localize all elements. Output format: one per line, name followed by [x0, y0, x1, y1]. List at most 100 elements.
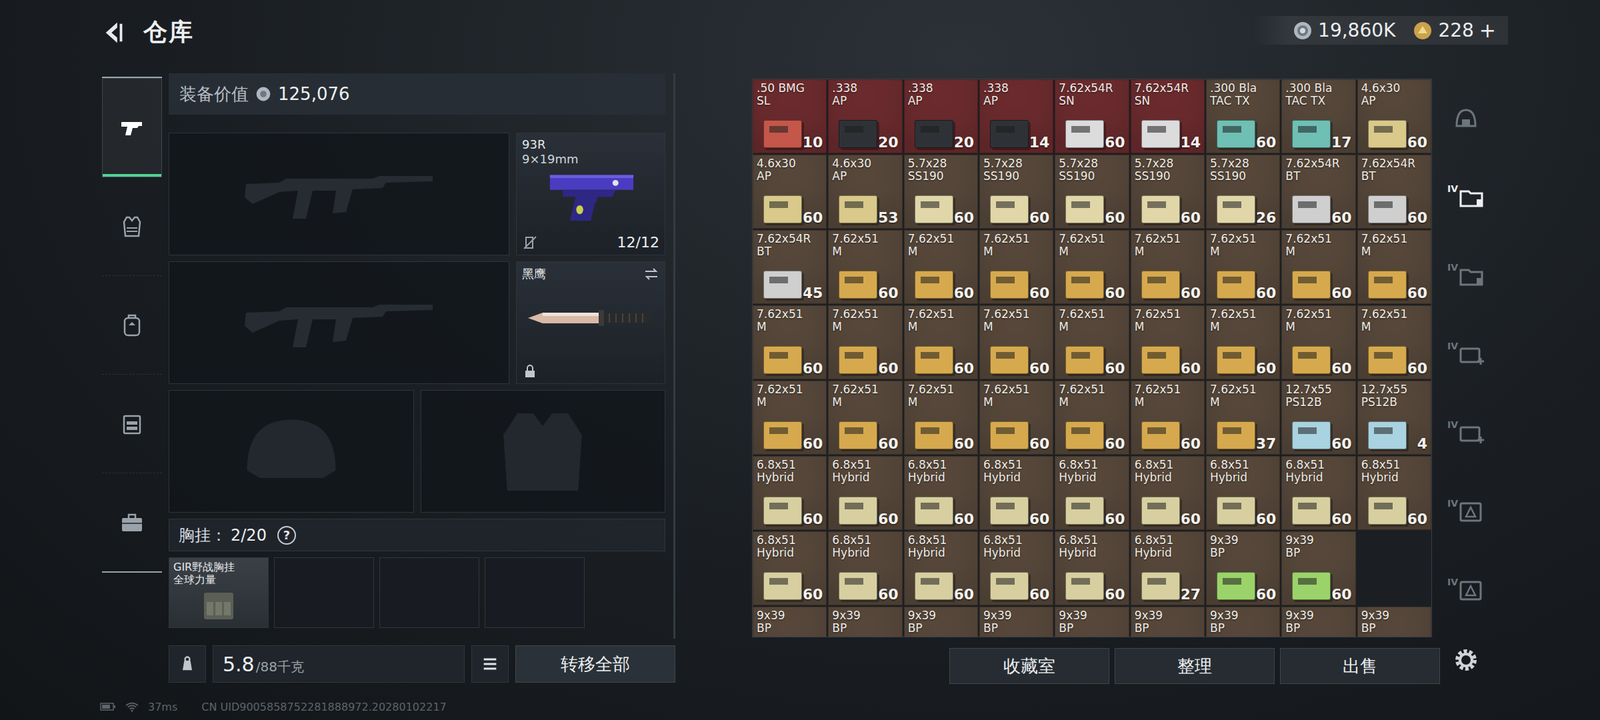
ammo-item[interactable]: 6.8x51Hybrid60	[1130, 456, 1205, 530]
storage-tab[interactable]: IV	[1442, 314, 1490, 394]
ammo-item[interactable]: 7.62x51M60	[1206, 305, 1280, 380]
ammo-item[interactable]: 9x39BP60	[1281, 531, 1356, 606]
ammo-item[interactable]: 7.62x51M60	[1130, 380, 1205, 455]
ammo-item[interactable]: 5.7x28SS19060	[1130, 154, 1205, 229]
ammo-item[interactable]: 7.62x54RBT45	[752, 230, 827, 304]
help-button[interactable]: ?	[277, 526, 296, 545]
ammo-item[interactable]: 7.62x54RSN14	[1130, 79, 1205, 154]
category-tab[interactable]	[102, 177, 162, 276]
ammo-item[interactable]: 5.7x28SS19060	[904, 154, 978, 229]
ammo-item[interactable]: 7.62x51M60	[979, 230, 1054, 304]
stash-action-button[interactable]: 收藏室	[949, 648, 1110, 684]
ammo-item[interactable]: 7.62x51M37	[1206, 380, 1280, 455]
gear-icon[interactable]	[1452, 646, 1480, 674]
ammo-item[interactable]: 7.62x51M60	[1281, 305, 1356, 380]
ammo-item[interactable]: .50 BMGSL10	[752, 79, 827, 154]
ammo-item[interactable]: 7.62x51M60	[1130, 230, 1205, 304]
storage-tab[interactable]: IV	[1442, 472, 1490, 551]
ammo-item[interactable]: 9x39BP	[1130, 606, 1205, 638]
ammo-item[interactable]: 6.8x51Hybrid60	[1054, 531, 1129, 606]
category-tab[interactable]	[102, 276, 162, 375]
ammo-item[interactable]: 7.62x51M60	[979, 380, 1054, 455]
ammo-item[interactable]: 6.8x51Hybrid60	[904, 456, 978, 530]
ammo-item[interactable]: 9x39BP	[1281, 606, 1356, 638]
sidearm-slot[interactable]: 93R9×19mm12/12	[516, 132, 666, 256]
ammo-item[interactable]: 6.8x51Hybrid60	[1281, 456, 1356, 530]
chest-rig-slot[interactable]: GIR野战胸挂全球力量	[168, 557, 269, 628]
ammo-item[interactable]: 6.8x51Hybrid60	[979, 531, 1054, 606]
chest-rig-slot[interactable]	[484, 557, 585, 628]
ammo-item[interactable]: 6.8x51Hybrid60	[752, 531, 827, 606]
storage-tab[interactable]: IV	[1442, 393, 1490, 472]
ammo-item[interactable]: 6.8x51Hybrid60	[1054, 456, 1129, 530]
stash-action-button[interactable]: 出售	[1280, 648, 1440, 684]
storage-tab[interactable]	[1442, 78, 1490, 158]
ammo-item[interactable]: 12.7x55PS12B60	[1281, 380, 1356, 455]
ammo-item[interactable]: 9x39BP	[1206, 606, 1280, 638]
armor-slot[interactable]	[420, 390, 666, 513]
ammo-item[interactable]: 7.62x51M60	[1357, 305, 1432, 380]
ammo-item[interactable]: 9x39BP	[1054, 606, 1129, 638]
category-tab[interactable]	[102, 374, 162, 474]
ammo-item[interactable]: .300 BlaTAC TX17	[1281, 79, 1356, 154]
ammo-item[interactable]: 6.8x51Hybrid60	[904, 531, 978, 606]
ammo-item[interactable]: 7.62x54RBT60	[1357, 154, 1432, 229]
ammo-item[interactable]: 7.62x51M60	[752, 380, 827, 455]
ammo-item[interactable]: 9x39BP	[979, 606, 1054, 638]
ammo-item[interactable]: 6.8x51Hybrid60	[979, 456, 1054, 530]
ammo-item[interactable]: .300 BlaTAC TX60	[1206, 79, 1280, 154]
ammo-item[interactable]: 4.6x30AP60	[752, 154, 827, 229]
ammo-item[interactable]: .338AP14	[979, 79, 1054, 154]
ammo-item[interactable]: 5.7x28SS19060	[979, 154, 1054, 229]
ammo-item[interactable]: 7.62x51M60	[979, 305, 1054, 380]
chest-rig-slot[interactable]	[274, 557, 374, 628]
ammo-item[interactable]: 6.8x51Hybrid60	[828, 531, 902, 606]
add-currency-button[interactable]: +	[1479, 18, 1496, 42]
storage-tab[interactable]: IV	[1442, 157, 1490, 236]
ammo-item[interactable]: 6.8x51Hybrid60	[1357, 456, 1432, 530]
ammo-item[interactable]: 6.8x51Hybrid27	[1130, 531, 1205, 606]
ammo-item[interactable]: 6.8x51Hybrid60	[752, 456, 827, 530]
ammo-item[interactable]: 7.62x54RBT60	[1281, 154, 1356, 229]
weight-lock[interactable]	[168, 645, 206, 683]
ammo-item[interactable]: 9x39BP	[752, 606, 827, 638]
chest-rig-slot[interactable]	[379, 557, 480, 628]
ammo-item[interactable]: 5.7x28SS19026	[1206, 154, 1280, 229]
ammo-item[interactable]: 7.62x51M60	[1054, 230, 1129, 304]
ammo-item[interactable]: 7.62x51M60	[752, 305, 827, 380]
ammo-item[interactable]: 7.62x51M60	[904, 230, 978, 304]
ammo-item[interactable]: 7.62x54RSN60	[1054, 79, 1129, 154]
secondary-weapon-slot[interactable]	[168, 261, 510, 384]
ammo-item[interactable]: 7.62x51M60	[1281, 230, 1356, 304]
ammo-item[interactable]: 6.8x51Hybrid60	[1206, 456, 1280, 530]
swap-icon[interactable]	[643, 266, 660, 282]
ammo-item[interactable]: 7.62x51M60	[1130, 305, 1205, 380]
ammo-item[interactable]: 9x39BP	[828, 606, 902, 638]
ammo-item[interactable]: 7.62x51M60	[904, 305, 978, 380]
ammo-item[interactable]: .338AP20	[828, 79, 902, 154]
transfer-all-button[interactable]: 转移全部	[515, 645, 676, 683]
ammo-item[interactable]: 7.62x51M60	[1206, 230, 1280, 304]
category-tab[interactable]	[102, 78, 162, 178]
ammo-item[interactable]: 5.7x28SS19060	[1054, 154, 1129, 229]
melee-slot[interactable]: 黑鹰	[516, 261, 666, 384]
list-button[interactable]	[471, 645, 509, 683]
ammo-item[interactable]: 4.6x30AP60	[1357, 79, 1432, 154]
ammo-item[interactable]: 7.62x51M60	[1054, 380, 1129, 455]
stash-action-button[interactable]: 整理	[1114, 648, 1275, 684]
helmet-slot[interactable]	[168, 390, 414, 513]
ammo-item[interactable]: 6.8x51Hybrid60	[828, 456, 902, 530]
ammo-item[interactable]: .338AP20	[904, 79, 978, 154]
back-arrow-icon[interactable]	[102, 20, 128, 46]
ammo-item[interactable]: 9x39BP60	[1206, 531, 1280, 606]
storage-tab[interactable]: IV	[1442, 236, 1490, 315]
ammo-item[interactable]: 12.7x55PS12B4	[1357, 380, 1432, 455]
ammo-item[interactable]: 9x39BP	[1357, 606, 1432, 638]
ammo-item[interactable]: 9x39BP	[904, 606, 978, 638]
primary-weapon-slot[interactable]	[168, 132, 510, 256]
ammo-item[interactable]: 7.62x51M60	[828, 380, 902, 455]
ammo-item[interactable]: 7.62x51M60	[828, 230, 902, 304]
ammo-item[interactable]: 7.62x51M60	[828, 305, 902, 380]
ammo-item[interactable]: 4.6x30AP53	[828, 154, 902, 229]
category-tab[interactable]	[102, 473, 162, 572]
